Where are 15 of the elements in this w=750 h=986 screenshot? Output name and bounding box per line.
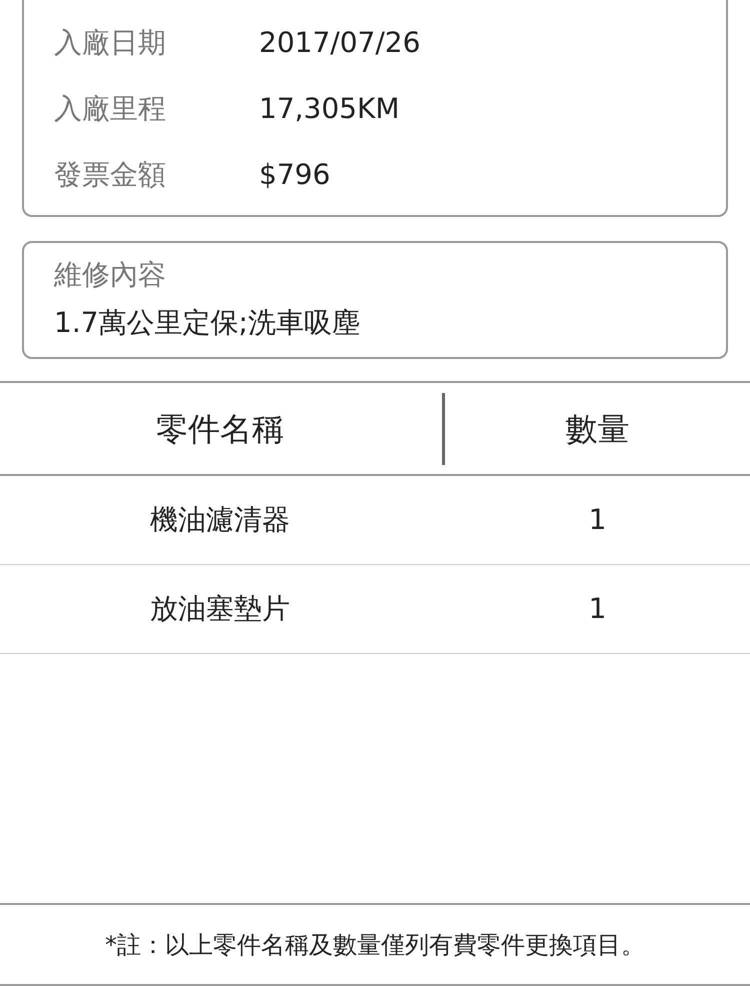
table-cell-text: 機油濾清器 — [149, 502, 291, 538]
field-value: $796 — [259, 157, 330, 193]
column-header: 數量 — [564, 408, 630, 450]
field-value: 17,305KM — [259, 91, 400, 127]
field-label: 入廠日期 — [54, 25, 167, 61]
field-label: 維修內容 — [54, 257, 167, 293]
table-cell-text: 放油塞墊片 — [149, 591, 291, 627]
table-cell-text: 1 — [588, 591, 608, 627]
field-value: 1.7萬公里定保;洗車吸塵 — [54, 305, 361, 341]
field-label: 入廠里程 — [54, 91, 167, 127]
column-header: 零件名稱 — [155, 408, 285, 450]
field-label: 發票金額 — [54, 157, 167, 193]
footnote: *註：以上零件名稱及數量僅列有費零件更換項目。 — [105, 930, 645, 960]
field-value: 2017/07/26 — [259, 25, 420, 61]
table-cell-text: 1 — [588, 502, 608, 538]
